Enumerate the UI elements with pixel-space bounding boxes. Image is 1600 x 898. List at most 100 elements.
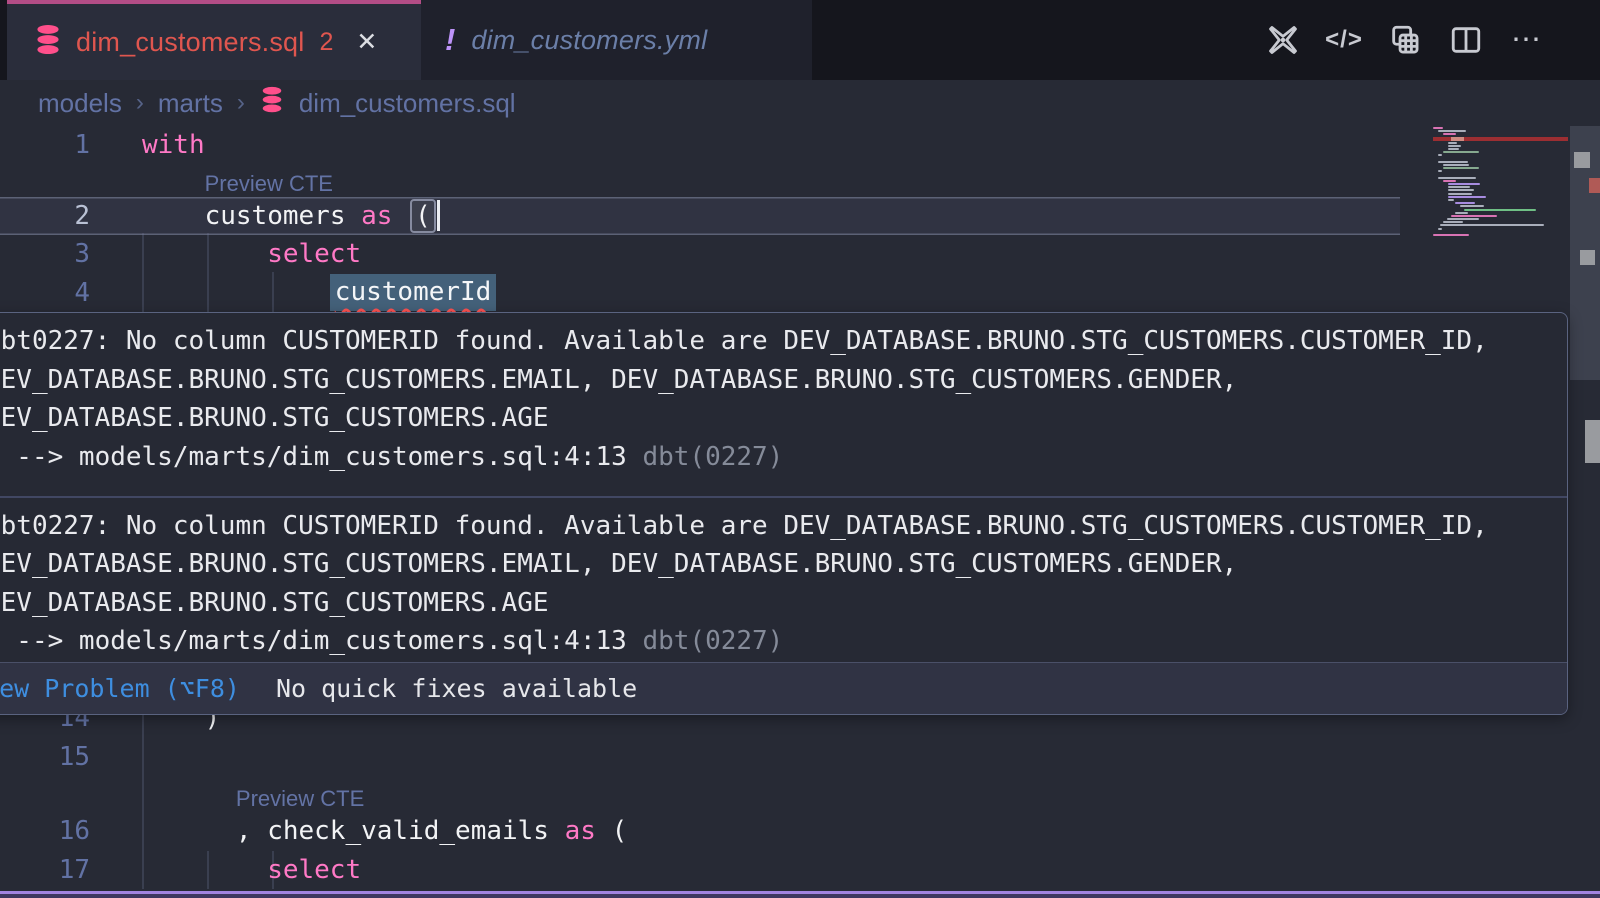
- tab-bar: dim_customers.sql 2 ✕ ! dim_customers.ym…: [0, 0, 1600, 80]
- code-line-16[interactable]: 16 , check_valid_emails as (: [0, 812, 1600, 851]
- editor-pane[interactable]: 1withPreview CTE2customers as (3select4c…: [0, 126, 1600, 898]
- token: select: [267, 239, 361, 269]
- minimap-code-line: [1464, 209, 1536, 211]
- tab-dim-customers-sql[interactable]: dim_customers.sql 2 ✕: [7, 0, 421, 80]
- overview-ruler-mark: [1580, 250, 1595, 265]
- error-text: dbt0227: No column CUSTOMERID found. Ava…: [0, 507, 1557, 546]
- token: as: [361, 201, 392, 231]
- minimap-code-line: [1438, 161, 1468, 163]
- minimap-code-line: [1438, 170, 1442, 172]
- minimap-code-line: [1438, 154, 1442, 156]
- minimap-code-line: [1447, 218, 1479, 220]
- minimap-code-line: [1440, 224, 1544, 226]
- dbt-power-user-icon[interactable]: [1266, 23, 1300, 57]
- line-number[interactable]: 16: [0, 816, 90, 846]
- minimap-code-line: [1438, 130, 1466, 132]
- minimap-code-line: [1448, 196, 1486, 198]
- no-quick-fixes-label: No quick fixes available: [276, 674, 637, 703]
- error-text: DEV_DATABASE.BRUNO.STG_CUSTOMERS.AGE: [0, 399, 1557, 438]
- line-number[interactable]: 1: [0, 130, 90, 160]
- error-word-highlight: customerId: [330, 274, 497, 311]
- view-problem-link[interactable]: View Problem (⌥F8): [0, 674, 240, 703]
- minimap-code-line: [1433, 234, 1469, 236]
- split-editor-icon[interactable]: [1449, 23, 1483, 57]
- code-line-17[interactable]: 17 select: [0, 851, 1600, 890]
- breadcrumb-models[interactable]: models: [38, 88, 122, 119]
- minimap-code-line: [1438, 177, 1476, 179]
- code-line-2[interactable]: 2 customers as (: [0, 197, 1400, 236]
- code-text: select: [142, 239, 361, 269]
- overview-ruler-mark: [1585, 420, 1600, 463]
- code-text: select: [142, 855, 361, 885]
- code-text: , check_valid_emails as (: [142, 816, 627, 846]
- line-number[interactable]: 3: [0, 239, 90, 269]
- minimap-code-line: [1448, 145, 1461, 147]
- code-line-15[interactable]: 15: [0, 738, 1600, 777]
- minimap-code-line: [1455, 202, 1475, 204]
- overview-ruler-mark: [1574, 152, 1590, 168]
- minimap-code-line: [1443, 151, 1479, 153]
- error-message-block: dbt0227: No column CUSTOMERID found. Ava…: [0, 498, 1567, 661]
- query-results-icon[interactable]: [1388, 23, 1422, 57]
- error-text: DEV_DATABASE.BRUNO.STG_CUSTOMERS.EMAIL, …: [0, 361, 1557, 400]
- hover-status-bar: View Problem (⌥F8) No quick fixes availa…: [0, 662, 1567, 714]
- minimap-code-line: [1448, 148, 1459, 150]
- text-cursor: [437, 200, 440, 231]
- minimap-code-line: [1448, 193, 1472, 195]
- error-code: dbt(0227): [627, 626, 784, 656]
- problems-count-badge: 2: [319, 28, 333, 57]
- error-source-line: --> models/marts/dim_customers.sql:4:13 …: [0, 438, 1557, 477]
- minimap-code-line: [1448, 186, 1470, 188]
- code-line-1[interactable]: 1 with: [0, 126, 1600, 165]
- breadcrumb-file[interactable]: dim_customers.sql: [299, 88, 516, 119]
- token: select: [267, 855, 361, 885]
- minimap[interactable]: [1433, 127, 1568, 237]
- breadcrumb-marts[interactable]: marts: [158, 88, 223, 119]
- sql-file-icon: [259, 86, 285, 121]
- line-number[interactable]: 17: [0, 855, 90, 885]
- code-lens-row: Preview CTE: [0, 776, 1600, 812]
- minimap-code-line: [1448, 142, 1457, 144]
- warning-icon: !: [445, 22, 455, 58]
- panel-sash[interactable]: [0, 891, 1600, 898]
- code-lines-top[interactable]: 1 withPreview CTE 2 customers as (3 select 4 c…: [0, 126, 1600, 312]
- error-code: dbt(0227): [627, 442, 784, 472]
- preview-cte-lens[interactable]: Preview CTE: [236, 786, 364, 812]
- code-lines-bottom[interactable]: 14)15Preview CTE16, check_valid_emails a…: [0, 699, 1600, 889]
- vscode-window: dim_customers.sql 2 ✕ ! dim_customers.ym…: [0, 0, 1600, 898]
- token: (: [596, 816, 627, 846]
- tab-label: dim_customers.sql: [76, 27, 304, 58]
- code-text: customerId: [142, 274, 496, 311]
- code-lens-row: Preview CTE: [0, 165, 1600, 197]
- line-number[interactable]: 15: [0, 742, 90, 772]
- preview-cte-lens[interactable]: Preview CTE: [205, 171, 333, 197]
- token: (: [410, 199, 436, 233]
- overview-ruler-error-mark: [1589, 178, 1600, 193]
- chevron-right-icon: ›: [237, 89, 245, 117]
- token: customers: [205, 201, 362, 231]
- minimap-code-line: [1448, 189, 1474, 191]
- error-text: DEV_DATABASE.BRUNO.STG_CUSTOMERS.EMAIL, …: [0, 545, 1557, 584]
- code-text: with: [142, 130, 205, 160]
- error-text: DEV_DATABASE.BRUNO.STG_CUSTOMERS.AGE: [0, 584, 1557, 623]
- breadcrumb: models › marts › dim_customers.sql: [0, 80, 1600, 126]
- tab-dim-customers-yml[interactable]: ! dim_customers.yml: [421, 0, 812, 80]
- minimap-code-line: [1438, 228, 1442, 230]
- chevron-right-icon: ›: [136, 89, 144, 117]
- token: [392, 201, 408, 231]
- close-icon[interactable]: ✕: [356, 27, 377, 57]
- line-number[interactable]: 4: [0, 278, 90, 308]
- minimap-code-line: [1451, 215, 1497, 217]
- minimap-error-line: [1433, 137, 1568, 141]
- code-line-4[interactable]: 4 customerId: [0, 274, 1600, 313]
- minimap-code-line: [1433, 127, 1443, 129]
- more-actions-icon[interactable]: ⋯: [1510, 23, 1544, 57]
- code-line-3[interactable]: 3 select: [0, 235, 1600, 274]
- compiled-code-icon[interactable]: </>: [1327, 23, 1361, 57]
- minimap-code-line: [1443, 133, 1456, 135]
- minimap-code-line: [1443, 164, 1469, 166]
- error-message-block: dbt0227: No column CUSTOMERID found. Ava…: [0, 313, 1567, 476]
- sql-file-icon: [33, 24, 63, 61]
- token: as: [565, 816, 596, 846]
- line-number[interactable]: 2: [0, 201, 90, 231]
